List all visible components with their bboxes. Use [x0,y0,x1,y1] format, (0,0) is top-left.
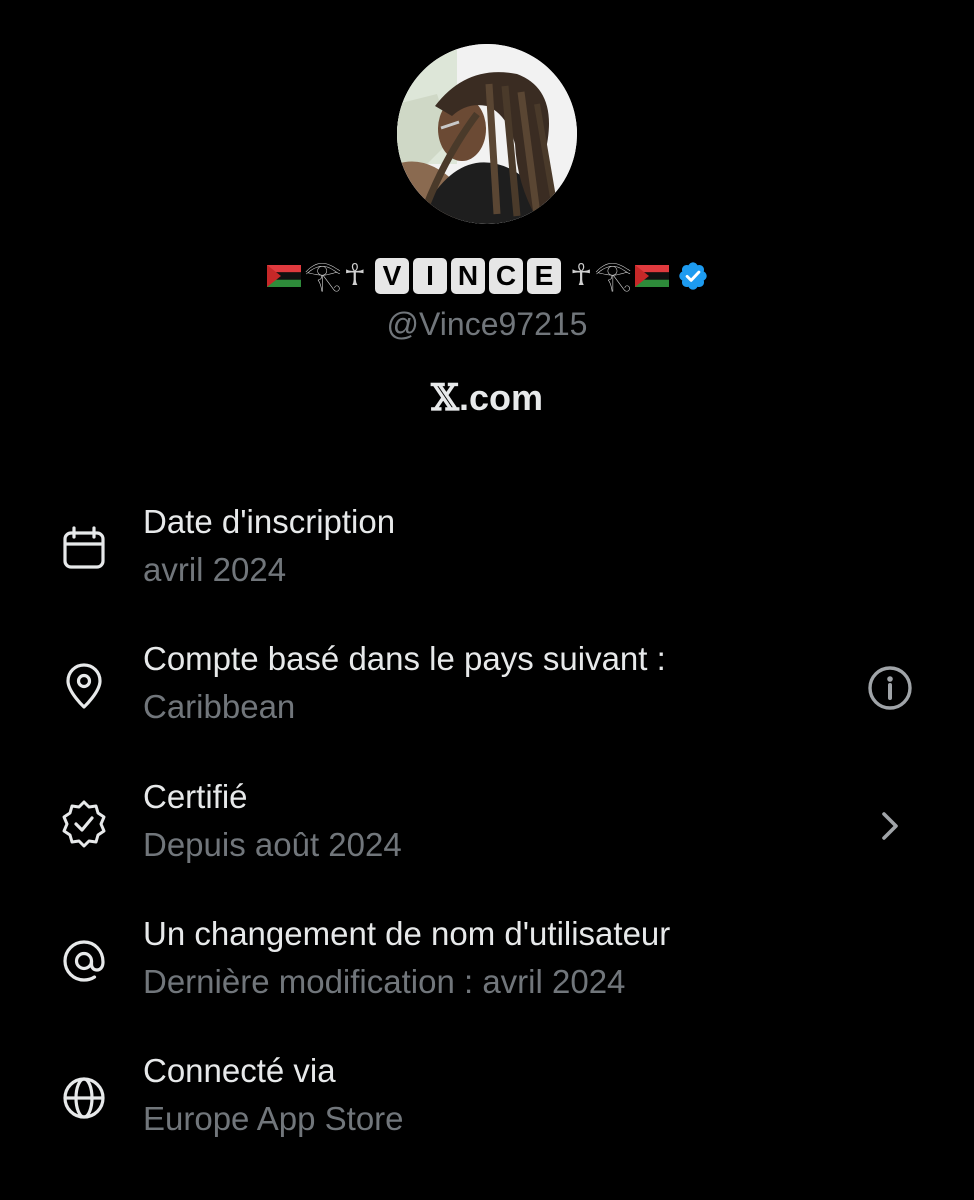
info-item-join-date: Date d'inscription avril 2024 [0,503,974,613]
info-item-username-change: Un changement de nom d'utilisateur Derni… [0,915,974,1025]
info-title: Un changement de nom d'utilisateur [143,915,671,952]
avatar-image [397,44,577,224]
eye-of-horus-icon: 𓂀 [304,258,342,293]
info-title: Date d'inscription [143,503,396,540]
info-subtitle: Depuis août 2024 [143,826,402,863]
verified-checkmark-icon[interactable] [677,260,709,292]
avatar[interactable] [397,44,577,224]
info-title: Compte basé dans le pays suivant : [143,640,666,677]
info-subtitle: avril 2024 [143,551,287,588]
location-pin-icon [66,663,102,709]
chevron-right-icon[interactable] [862,798,918,854]
globe-icon [63,1077,105,1119]
username-handle: @Vince97215 [386,306,588,342]
display-name: 𓂀 ☥ V I N C E ☥ 𓂀 [0,254,974,298]
site-label: 𝕏.com [0,377,974,419]
x-logo-icon: 𝕏 [431,377,459,419]
info-item-account-country: Compte basé dans le pays suivant : Carib… [0,640,974,750]
site-suffix: .com [458,377,543,418]
info-subtitle: Caribbean [143,688,296,725]
name-letter: N [451,258,485,294]
martinique-flag-icon [634,265,669,287]
calendar-icon [63,526,105,569]
at-sign-icon [63,940,105,982]
info-item-certified[interactable]: Certifié Depuis août 2024 [0,778,974,888]
name-letter: V [375,258,409,294]
info-title: Connecté via [143,1052,336,1089]
name-letters: V I N C E [373,258,563,294]
name-letter: I [413,258,447,294]
ankh-icon: ☥ [570,258,593,293]
name-letter: C [489,258,523,294]
info-subtitle: Europe App Store [143,1100,404,1137]
info-item-connected-via: Connecté via Europe App Store [0,1052,974,1162]
verified-badge-icon [62,800,106,848]
info-subtitle: Dernière modification : avril 2024 [143,963,626,1000]
name-letter: E [527,258,561,294]
profile-header: 𓂀 ☥ V I N C E ☥ 𓂀 @Vince97215 𝕏.com [0,0,974,450]
info-icon[interactable] [862,660,918,716]
martinique-flag-icon [267,265,302,287]
eye-of-horus-icon: 𓂀 [594,258,632,293]
ankh-icon: ☥ [343,258,366,293]
info-title: Certifié [143,778,248,815]
